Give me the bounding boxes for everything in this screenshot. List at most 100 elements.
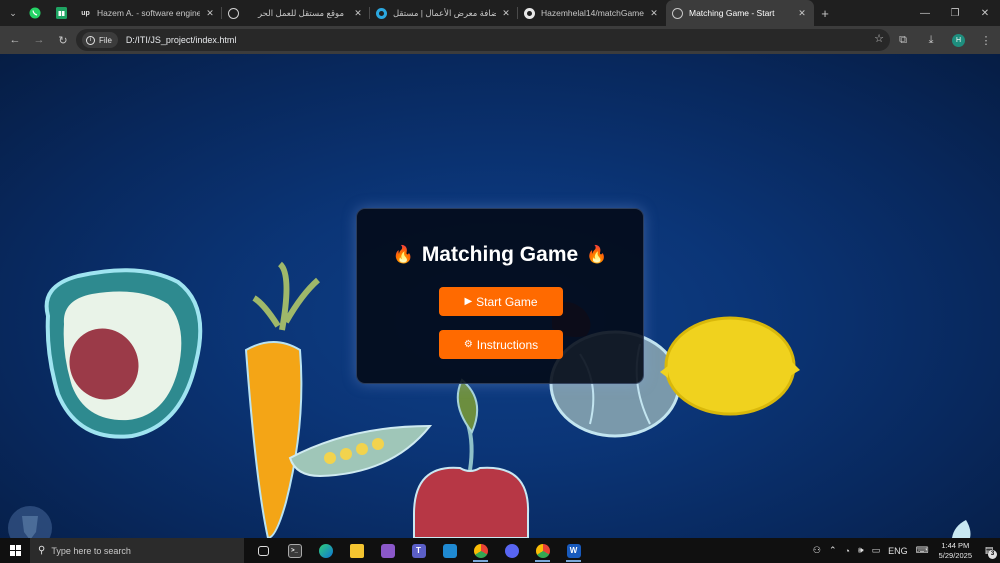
avocado-illustration xyxy=(44,268,203,439)
taskbar-chrome[interactable] xyxy=(527,538,558,563)
task-view-button[interactable] xyxy=(248,538,279,563)
page-viewport: 🔥 Matching Game 🔥 ▶ Start Game ⚙ Instruc… xyxy=(0,54,1000,538)
tab-title: موقع مستقل للعمل الحر xyxy=(257,7,344,18)
tab-close-icon[interactable]: ✕ xyxy=(796,8,808,19)
terminal-icon: >_ xyxy=(287,543,302,558)
tab-title: إضافة معرض الأعمال | مستقل xyxy=(393,7,496,18)
tab-matching-game[interactable]: Matching Game - Start ✕ xyxy=(666,0,814,26)
pinned-tab-sheets[interactable] xyxy=(48,0,74,26)
taskbar-edge[interactable] xyxy=(310,538,341,563)
windows-taskbar: ⚲ Type here to search >_ T W ⚇ ⌃ ◔ 🕪 ▭ E… xyxy=(0,538,1000,563)
window-controls: — ❐ ✕ xyxy=(910,0,1000,26)
address-bar[interactable]: i File D:/ITI/JS_project/index.html ☆ xyxy=(76,29,890,51)
taskbar-word[interactable]: W xyxy=(558,538,589,563)
notification-count: 3 xyxy=(988,550,997,559)
visual-studio-icon xyxy=(380,543,395,558)
play-icon: ▶ xyxy=(464,296,473,307)
tab-mostaql[interactable]: موقع مستقل للعمل الحر ✕ xyxy=(222,0,370,26)
tab-github[interactable]: Hazemhelal14/matchGame ✕ xyxy=(518,0,666,26)
menu-kebab-icon[interactable]: ⋮ xyxy=(972,34,1000,47)
keyboard-icon[interactable]: ⌨ xyxy=(912,545,933,556)
volume-icon[interactable]: 🕪 xyxy=(854,545,868,556)
start-game-button[interactable]: ▶ Start Game xyxy=(439,287,563,316)
github-icon xyxy=(524,7,535,19)
taskbar-chrome-profile[interactable] xyxy=(465,538,496,563)
restore-icon[interactable]: ❐ xyxy=(940,0,970,26)
tab-close-icon[interactable]: ✕ xyxy=(352,8,364,19)
taskbar-discord[interactable] xyxy=(496,538,527,563)
tab-close-icon[interactable]: ✕ xyxy=(648,8,660,19)
extensions-puzzle-icon[interactable]: ⧉ xyxy=(889,34,917,47)
tab-title: Matching Game - Start xyxy=(689,8,775,18)
teams-icon: T xyxy=(411,543,426,558)
forward-arrow-icon[interactable]: → xyxy=(27,28,51,52)
tab-upwork[interactable]: up Hazem A. - software engineering ✕ xyxy=(74,0,222,26)
peapod-illustration xyxy=(288,424,433,478)
watermark-shield-icon xyxy=(8,506,52,538)
chrome-profile-icon xyxy=(473,543,488,558)
game-title: Matching Game xyxy=(421,243,579,266)
apple-illustration xyxy=(413,378,530,538)
search-placeholder: Type here to search xyxy=(51,545,131,556)
profile-avatar[interactable]: H xyxy=(952,33,965,47)
instructions-button[interactable]: ⚙ Instructions xyxy=(439,330,563,359)
battery-icon[interactable]: ▭ xyxy=(868,545,885,556)
taskbar-vscode[interactable] xyxy=(434,538,465,563)
notification-center-button[interactable]: ▤ 3 xyxy=(978,538,1000,563)
taskbar-clock[interactable]: 1:44 PM 5/29/2025 xyxy=(933,541,978,561)
start-game-label: Start Game xyxy=(476,294,538,309)
word-icon: W xyxy=(566,543,581,558)
discord-icon xyxy=(504,543,519,558)
fire-emoji-left-icon: 🔥 xyxy=(392,245,414,264)
fire-emoji-right-icon: 🔥 xyxy=(586,245,608,264)
taskbar-teams[interactable]: T xyxy=(403,538,434,563)
globe-icon xyxy=(672,7,683,19)
leaf-illustration xyxy=(952,520,971,538)
taskbar-apps: >_ T W xyxy=(248,538,589,563)
system-tray: ⚇ ⌃ ◔ 🕪 ▭ ENG ⌨ 1:44 PM 5/29/2025 ▤ 3 xyxy=(809,538,1000,563)
tray-language[interactable]: ENG xyxy=(884,546,912,556)
clock-date: 5/29/2025 xyxy=(938,550,972,560)
search-icon: ⚲ xyxy=(38,545,46,556)
network-icon[interactable]: ◔ xyxy=(840,546,853,556)
whatsapp-icon xyxy=(29,7,41,19)
file-explorer-icon xyxy=(349,543,364,558)
taskbar-search-box[interactable]: ⚲ Type here to search xyxy=(30,538,244,563)
taskbar-file-explorer[interactable] xyxy=(341,538,372,563)
tab-title: Hazem A. - software engineering xyxy=(97,8,200,18)
download-icon[interactable]: ⤓ xyxy=(917,34,945,47)
sheets-icon xyxy=(55,7,67,19)
reload-icon[interactable]: ↻ xyxy=(51,28,75,52)
vscode-icon xyxy=(442,543,457,558)
instructions-label: Instructions xyxy=(476,337,539,352)
taskbar-visual-studio[interactable] xyxy=(372,538,403,563)
chrome-icon xyxy=(535,543,550,558)
page-title: 🔥 Matching Game 🔥 xyxy=(357,243,643,267)
back-arrow-icon[interactable]: ← xyxy=(3,28,27,52)
toolbar-actions: ⧉ ⤓ H ⋮ xyxy=(889,26,1000,54)
minimize-icon[interactable]: — xyxy=(910,0,940,26)
chip-label: File xyxy=(99,35,112,45)
site-info-chip[interactable]: i File xyxy=(82,32,118,48)
url-text: D:/ITI/JS_project/index.html xyxy=(125,35,237,45)
mostaql-icon xyxy=(228,7,239,19)
carrot-illustration xyxy=(244,261,321,538)
info-icon: i xyxy=(86,35,95,45)
tab-search-chevron-icon[interactable]: ⌄ xyxy=(4,4,22,22)
show-hidden-icons-chevron-icon[interactable]: ⌃ xyxy=(825,545,841,556)
clock-time: 1:44 PM xyxy=(941,540,970,550)
tab-mostaql-portfolio[interactable]: إضافة معرض الأعمال | مستقل ✕ xyxy=(370,0,518,26)
tab-close-icon[interactable]: ✕ xyxy=(204,8,216,19)
bookmark-star-icon[interactable]: ☆ xyxy=(874,32,884,45)
gear-icon: ⚙ xyxy=(463,339,473,350)
tab-close-icon[interactable]: ✕ xyxy=(500,8,512,19)
browser-toolbar: ← → ↻ i File D:/ITI/JS_project/index.htm… xyxy=(0,26,1000,54)
pinned-tab-whatsapp[interactable] xyxy=(22,0,48,26)
windows-logo-icon xyxy=(9,545,21,556)
windows-start-button[interactable] xyxy=(0,538,30,563)
new-tab-plus-icon[interactable]: + xyxy=(814,6,836,21)
close-window-icon[interactable]: ✕ xyxy=(970,0,1000,26)
mostaql-blue-icon xyxy=(376,7,387,19)
people-icon[interactable]: ⚇ xyxy=(809,545,825,556)
taskbar-terminal[interactable]: >_ xyxy=(279,538,310,563)
